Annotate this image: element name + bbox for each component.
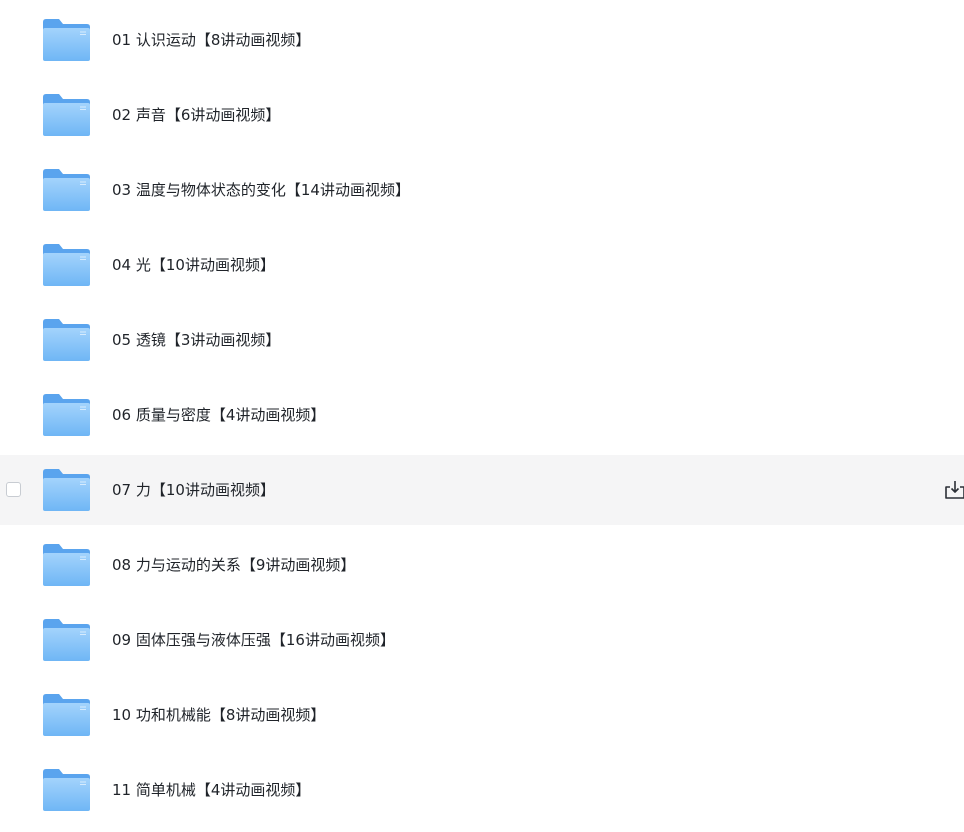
- folder-icon: [43, 394, 90, 436]
- folder-row[interactable]: 04 光【10讲动画视频】: [0, 230, 964, 300]
- folder-row[interactable]: 01 认识运动【8讲动画视频】: [0, 5, 964, 75]
- folder-name[interactable]: 03 温度与物体状态的变化【14讲动画视频】: [112, 155, 410, 225]
- folder-name[interactable]: 04 光【10讲动画视频】: [112, 230, 275, 300]
- folder-icon: [43, 94, 90, 136]
- folder-icon: [43, 619, 90, 661]
- folder-row[interactable]: 08 力与运动的关系【9讲动画视频】: [0, 530, 964, 600]
- folder-icon: [43, 319, 90, 361]
- folder-name[interactable]: 02 声音【6讲动画视频】: [112, 80, 280, 150]
- folder-row[interactable]: 09 固体压强与液体压强【16讲动画视频】: [0, 605, 964, 675]
- folder-name[interactable]: 07 力【10讲动画视频】: [112, 455, 275, 525]
- folder-name[interactable]: 08 力与运动的关系【9讲动画视频】: [112, 530, 355, 600]
- file-list: 01 认识运动【8讲动画视频】 02 声音【6讲动画视频】 03 温度与物体状态…: [0, 0, 964, 832]
- folder-row[interactable]: 06 质量与密度【4讲动画视频】: [0, 380, 964, 450]
- folder-row[interactable]: 10 功和机械能【8讲动画视频】: [0, 680, 964, 750]
- download-icon[interactable]: [944, 480, 964, 500]
- folder-name[interactable]: 06 质量与密度【4讲动画视频】: [112, 380, 325, 450]
- folder-row[interactable]: 02 声音【6讲动画视频】: [0, 80, 964, 150]
- folder-icon: [43, 469, 90, 511]
- folder-row[interactable]: 03 温度与物体状态的变化【14讲动画视频】: [0, 155, 964, 225]
- folder-name[interactable]: 10 功和机械能【8讲动画视频】: [112, 680, 325, 750]
- folder-name[interactable]: 11 简单机械【4讲动画视频】: [112, 755, 310, 825]
- row-checkbox[interactable]: [6, 482, 21, 497]
- folder-row[interactable]: 11 简单机械【4讲动画视频】: [0, 755, 964, 825]
- folder-name[interactable]: 05 透镜【3讲动画视频】: [112, 305, 280, 375]
- folder-icon: [43, 19, 90, 61]
- folder-icon: [43, 244, 90, 286]
- folder-name[interactable]: 09 固体压强与液体压强【16讲动画视频】: [112, 605, 395, 675]
- folder-row[interactable]: 05 透镜【3讲动画视频】: [0, 305, 964, 375]
- folder-icon: [43, 769, 90, 811]
- folder-row[interactable]: 07 力【10讲动画视频】: [0, 455, 964, 525]
- folder-icon: [43, 694, 90, 736]
- folder-name[interactable]: 01 认识运动【8讲动画视频】: [112, 5, 310, 75]
- folder-icon: [43, 169, 90, 211]
- folder-icon: [43, 544, 90, 586]
